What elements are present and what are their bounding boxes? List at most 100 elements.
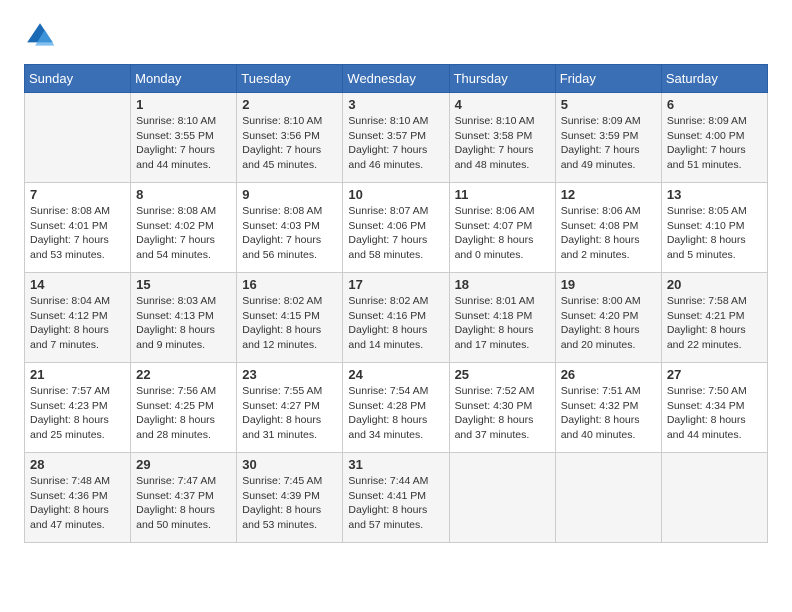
calendar-week-3: 14 Sunrise: 8:04 AMSunset: 4:12 PMDayligh… xyxy=(25,273,768,363)
calendar-cell: 23 Sunrise: 7:55 AMSunset: 4:27 PMDayligh… xyxy=(237,363,343,453)
day-info: Sunrise: 8:05 AMSunset: 4:10 PMDaylight:… xyxy=(667,204,762,263)
header-monday: Monday xyxy=(131,65,237,93)
calendar-week-2: 7 Sunrise: 8:08 AMSunset: 4:01 PMDaylight… xyxy=(25,183,768,273)
day-info: Sunrise: 8:02 AMSunset: 4:15 PMDaylight:… xyxy=(242,294,337,353)
day-number: 29 xyxy=(136,457,231,472)
day-number: 28 xyxy=(30,457,125,472)
day-number: 15 xyxy=(136,277,231,292)
calendar-header-row: SundayMondayTuesdayWednesdayThursdayFrid… xyxy=(25,65,768,93)
day-number: 24 xyxy=(348,367,443,382)
calendar-cell: 13 Sunrise: 8:05 AMSunset: 4:10 PMDayligh… xyxy=(661,183,767,273)
calendar-cell: 31Sunrise: 7:44 AMSunset: 4:41 PMDayligh… xyxy=(343,453,449,543)
calendar-week-4: 21Sunrise: 7:57 AMSunset: 4:23 PMDayligh… xyxy=(25,363,768,453)
day-info: Sunrise: 7:50 AMSunset: 4:34 PMDaylight:… xyxy=(667,384,762,443)
day-info: Sunrise: 7:57 AMSunset: 4:23 PMDaylight:… xyxy=(30,384,125,443)
calendar-cell: 22 Sunrise: 7:56 AMSunset: 4:25 PMDayligh… xyxy=(131,363,237,453)
day-info: Sunrise: 8:09 AMSunset: 3:59 PMDaylight:… xyxy=(561,114,656,173)
day-number: 4 xyxy=(455,97,550,112)
calendar-cell: 4Sunrise: 8:10 AMSunset: 3:58 PMDaylight… xyxy=(449,93,555,183)
day-info: Sunrise: 8:08 AMSunset: 4:03 PMDaylight:… xyxy=(242,204,337,263)
day-number: 2 xyxy=(242,97,337,112)
day-number: 20 xyxy=(667,277,762,292)
day-info: Sunrise: 7:48 AMSunset: 4:36 PMDaylight:… xyxy=(30,474,125,533)
calendar-cell xyxy=(449,453,555,543)
day-info: Sunrise: 8:08 AMSunset: 4:01 PMDaylight:… xyxy=(30,204,125,263)
day-number: 9 xyxy=(242,187,337,202)
day-info: Sunrise: 7:47 AMSunset: 4:37 PMDaylight:… xyxy=(136,474,231,533)
day-number: 3 xyxy=(348,97,443,112)
day-info: Sunrise: 7:51 AMSunset: 4:32 PMDaylight:… xyxy=(561,384,656,443)
calendar-cell: 28 Sunrise: 7:48 AMSunset: 4:36 PMDayligh… xyxy=(25,453,131,543)
calendar-week-1: 1 Sunrise: 8:10 AMSunset: 3:55 PMDaylight… xyxy=(25,93,768,183)
calendar-cell: 2 Sunrise: 8:10 AMSunset: 3:56 PMDaylight… xyxy=(237,93,343,183)
header-saturday: Saturday xyxy=(661,65,767,93)
day-info: Sunrise: 8:01 AMSunset: 4:18 PMDaylight:… xyxy=(455,294,550,353)
day-info: Sunrise: 7:45 AMSunset: 4:39 PMDaylight:… xyxy=(242,474,337,533)
day-number: 22 xyxy=(136,367,231,382)
logo-icon xyxy=(24,20,56,52)
calendar-cell: 18 Sunrise: 8:01 AMSunset: 4:18 PMDayligh… xyxy=(449,273,555,363)
header-friday: Friday xyxy=(555,65,661,93)
day-number: 12 xyxy=(561,187,656,202)
day-number: 7 xyxy=(30,187,125,202)
day-info: Sunrise: 7:52 AMSunset: 4:30 PMDaylight:… xyxy=(455,384,550,443)
header-sunday: Sunday xyxy=(25,65,131,93)
calendar-cell: 14 Sunrise: 8:04 AMSunset: 4:12 PMDayligh… xyxy=(25,273,131,363)
day-number: 11 xyxy=(455,187,550,202)
day-info: Sunrise: 7:58 AMSunset: 4:21 PMDaylight:… xyxy=(667,294,762,353)
day-info: Sunrise: 8:10 AMSunset: 3:57 PMDaylight:… xyxy=(348,114,443,173)
day-number: 26 xyxy=(561,367,656,382)
day-info: Sunrise: 8:07 AMSunset: 4:06 PMDaylight:… xyxy=(348,204,443,263)
calendar-cell: 6 Sunrise: 8:09 AMSunset: 4:00 PMDaylight… xyxy=(661,93,767,183)
day-info: Sunrise: 8:10 AMSunset: 3:56 PMDaylight:… xyxy=(242,114,337,173)
day-info: Sunrise: 7:56 AMSunset: 4:25 PMDaylight:… xyxy=(136,384,231,443)
calendar-cell: 20 Sunrise: 7:58 AMSunset: 4:21 PMDayligh… xyxy=(661,273,767,363)
day-info: Sunrise: 8:06 AMSunset: 4:08 PMDaylight:… xyxy=(561,204,656,263)
day-info: Sunrise: 8:00 AMSunset: 4:20 PMDaylight:… xyxy=(561,294,656,353)
calendar-cell: 21Sunrise: 7:57 AMSunset: 4:23 PMDayligh… xyxy=(25,363,131,453)
day-number: 27 xyxy=(667,367,762,382)
day-info: Sunrise: 8:08 AMSunset: 4:02 PMDaylight:… xyxy=(136,204,231,263)
day-info: Sunrise: 7:44 AMSunset: 4:41 PMDaylight:… xyxy=(348,474,443,533)
day-info: Sunrise: 7:55 AMSunset: 4:27 PMDaylight:… xyxy=(242,384,337,443)
calendar-cell: 16Sunrise: 8:02 AMSunset: 4:15 PMDayligh… xyxy=(237,273,343,363)
calendar-cell: 29 Sunrise: 7:47 AMSunset: 4:37 PMDayligh… xyxy=(131,453,237,543)
day-info: Sunrise: 8:10 AMSunset: 3:55 PMDaylight:… xyxy=(136,114,231,173)
day-number: 1 xyxy=(136,97,231,112)
day-number: 25 xyxy=(455,367,550,382)
day-number: 6 xyxy=(667,97,762,112)
calendar-cell xyxy=(25,93,131,183)
day-number: 8 xyxy=(136,187,231,202)
calendar-cell: 27 Sunrise: 7:50 AMSunset: 4:34 PMDayligh… xyxy=(661,363,767,453)
calendar-cell: 9 Sunrise: 8:08 AMSunset: 4:03 PMDaylight… xyxy=(237,183,343,273)
day-info: Sunrise: 8:06 AMSunset: 4:07 PMDaylight:… xyxy=(455,204,550,263)
calendar-cell xyxy=(555,453,661,543)
day-number: 30 xyxy=(242,457,337,472)
day-number: 23 xyxy=(242,367,337,382)
calendar-cell: 19 Sunrise: 8:00 AMSunset: 4:20 PMDayligh… xyxy=(555,273,661,363)
calendar-cell: 11 Sunrise: 8:06 AMSunset: 4:07 PMDayligh… xyxy=(449,183,555,273)
calendar-cell: 12 Sunrise: 8:06 AMSunset: 4:08 PMDayligh… xyxy=(555,183,661,273)
day-info: Sunrise: 8:09 AMSunset: 4:00 PMDaylight:… xyxy=(667,114,762,173)
day-number: 19 xyxy=(561,277,656,292)
day-number: 13 xyxy=(667,187,762,202)
calendar-cell: 5Sunrise: 8:09 AMSunset: 3:59 PMDaylight… xyxy=(555,93,661,183)
header-tuesday: Tuesday xyxy=(237,65,343,93)
day-info: Sunrise: 8:03 AMSunset: 4:13 PMDaylight:… xyxy=(136,294,231,353)
calendar-cell: 1 Sunrise: 8:10 AMSunset: 3:55 PMDaylight… xyxy=(131,93,237,183)
calendar-cell: 24Sunrise: 7:54 AMSunset: 4:28 PMDayligh… xyxy=(343,363,449,453)
calendar-cell: 3 Sunrise: 8:10 AMSunset: 3:57 PMDaylight… xyxy=(343,93,449,183)
logo xyxy=(24,20,60,52)
calendar-week-5: 28 Sunrise: 7:48 AMSunset: 4:36 PMDayligh… xyxy=(25,453,768,543)
day-number: 18 xyxy=(455,277,550,292)
header-thursday: Thursday xyxy=(449,65,555,93)
calendar-cell: 7 Sunrise: 8:08 AMSunset: 4:01 PMDaylight… xyxy=(25,183,131,273)
day-number: 14 xyxy=(30,277,125,292)
calendar-cell xyxy=(661,453,767,543)
calendar-cell: 10Sunrise: 8:07 AMSunset: 4:06 PMDayligh… xyxy=(343,183,449,273)
day-info: Sunrise: 8:04 AMSunset: 4:12 PMDaylight:… xyxy=(30,294,125,353)
day-number: 17 xyxy=(348,277,443,292)
calendar-cell: 15 Sunrise: 8:03 AMSunset: 4:13 PMDayligh… xyxy=(131,273,237,363)
day-info: Sunrise: 8:02 AMSunset: 4:16 PMDaylight:… xyxy=(348,294,443,353)
page-header xyxy=(24,20,768,52)
